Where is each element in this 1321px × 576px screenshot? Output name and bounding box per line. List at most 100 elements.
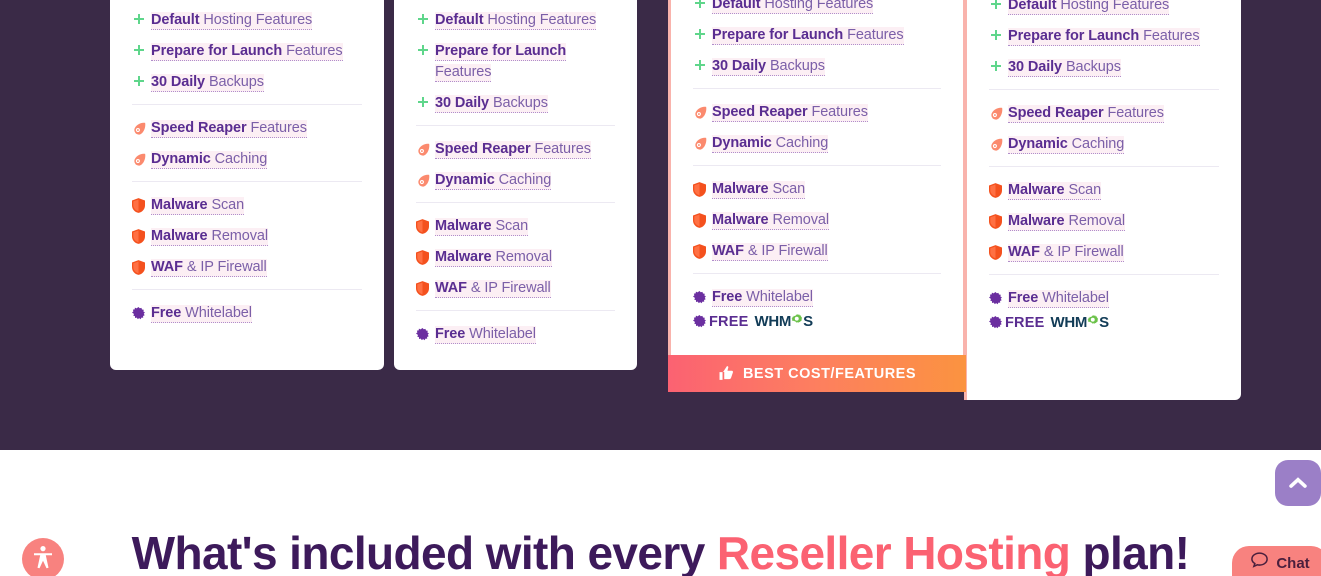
shield-icon (693, 179, 710, 199)
best-cost-features-label: BEST COST/FEATURES (742, 365, 917, 382)
plus-icon (132, 72, 149, 92)
accessibility-icon (32, 545, 54, 574)
feature-rest: Caching (494, 172, 552, 188)
pricing-card-4: Default Hosting Features Prepare for Lau… (964, 0, 1241, 400)
feature-row: Malware Scan (693, 179, 941, 200)
feature-rest: Scan (207, 197, 245, 213)
starburst-icon (989, 288, 1006, 308)
feature-rest: Removal (768, 212, 829, 228)
plus-icon (989, 26, 1006, 46)
feature-rest: Backups (489, 95, 548, 111)
page-root: Default Hosting Features Prepare for Lau… (0, 0, 1321, 576)
shield-icon (132, 226, 149, 246)
feature-row: Speed Reaper Features (989, 103, 1219, 124)
feature-bold: WAF (151, 259, 183, 275)
plus-icon (693, 0, 710, 14)
feature-row: Free Whitelabel (693, 287, 941, 308)
card-1-features: Default Hosting Features Prepare for Lau… (110, 0, 384, 324)
feature-rest: Hosting Features (199, 12, 313, 28)
shield-icon (989, 211, 1006, 231)
feature-row: Default Hosting Features (989, 0, 1219, 16)
feature-rest: Hosting Features (1056, 0, 1170, 13)
starburst-icon (693, 315, 706, 328)
plus-icon (989, 57, 1006, 77)
feature-row: WAF & IP Firewall (132, 257, 362, 278)
feature-row: Prepare for Launch Features (989, 26, 1219, 47)
pricing-cards-strip: Default Hosting Features Prepare for Lau… (0, 0, 1321, 450)
feature-bold: Prepare for Launch (1008, 28, 1140, 44)
feature-rest: & IP Firewall (182, 259, 267, 275)
feature-row: Default Hosting Features (416, 10, 615, 31)
shield-icon (693, 210, 710, 230)
feature-row: Prepare for Launch Features (132, 41, 362, 62)
feature-row: Malware Removal (132, 226, 362, 247)
feature-bold: Malware (712, 212, 769, 228)
plus-icon (989, 0, 1006, 15)
feature-rest: Scan (768, 181, 806, 197)
shield-icon (416, 247, 433, 267)
feature-row: Dynamic Caching (989, 134, 1219, 155)
divider (693, 165, 941, 166)
feature-rest: Backups (205, 74, 264, 90)
card-2-features: Default Hosting Features Prepare for Lau… (394, 0, 637, 345)
divider (132, 104, 362, 105)
divider (989, 166, 1219, 167)
pricing-card-3-featured: Default Hosting Features Prepare for Lau… (668, 0, 966, 391)
plus-icon (132, 10, 149, 30)
feature-bold: Default (151, 12, 200, 28)
feature-bold: Malware (435, 249, 492, 265)
feature-bold: Free (151, 305, 182, 321)
comet-icon (989, 134, 1006, 154)
shield-icon (989, 180, 1006, 200)
plus-icon (693, 56, 710, 76)
feature-rest: Caching (210, 151, 268, 167)
feature-bold: 30 Daily (151, 74, 206, 90)
feature-row: Free Whitelabel (989, 288, 1219, 309)
feature-rest: Scan (1064, 182, 1102, 198)
title-lead: What's included with (131, 527, 588, 576)
accessibility-button[interactable] (22, 538, 64, 576)
feature-row: WAF & IP Firewall (989, 242, 1219, 263)
plus-icon (416, 93, 433, 113)
lower-section: What's included with every Reseller Host… (0, 450, 1321, 576)
feature-rest: Features (530, 141, 591, 157)
title-every: every (587, 527, 717, 576)
shield-icon (416, 278, 433, 298)
starburst-icon (416, 324, 433, 344)
feature-rest: Features (807, 104, 868, 120)
feature-row: 30 Daily Backups (989, 57, 1219, 78)
feature-rest: Features (435, 64, 492, 80)
comet-icon (989, 103, 1006, 123)
feature-rest: Caching (1067, 136, 1125, 152)
feature-bold: Default (712, 0, 761, 12)
feature-bold: Prepare for Launch (712, 27, 844, 43)
chat-widget-button[interactable]: Chat (1232, 546, 1321, 576)
whmcs-logo: WHM S (754, 313, 813, 330)
best-cost-features-button[interactable]: BEST COST/FEATURES (668, 355, 966, 392)
feature-bold: Malware (1008, 182, 1065, 198)
feature-bold: Malware (1008, 213, 1065, 229)
whmcs-logo-whm: WHM (1050, 314, 1088, 331)
starburst-icon (989, 316, 1002, 329)
feature-row: WAF & IP Firewall (693, 241, 941, 262)
shield-icon (132, 195, 149, 215)
feature-row: Malware Removal (416, 247, 615, 268)
whmcs-gear-icon (791, 313, 803, 330)
chat-widget-label: Chat (1276, 554, 1310, 572)
feature-rest: Hosting Features (483, 12, 597, 28)
plus-icon (416, 41, 433, 61)
feature-row: Speed Reaper Features (693, 102, 941, 123)
scroll-to-top-button[interactable] (1275, 460, 1321, 506)
feature-bold: Speed Reaper (435, 141, 531, 157)
feature-rest: Hosting Features (760, 0, 874, 12)
card-4-features: Default Hosting Features Prepare for Lau… (967, 0, 1241, 331)
shield-icon (132, 257, 149, 277)
feature-row: Malware Scan (989, 180, 1219, 201)
feature-bold: Malware (151, 228, 208, 244)
divider (416, 202, 615, 203)
comet-icon (132, 149, 149, 169)
pricing-card-1: Default Hosting Features Prepare for Lau… (110, 0, 384, 370)
feature-bold: WAF (435, 280, 467, 296)
feature-bold: Dynamic (1008, 136, 1068, 152)
feature-row: Prepare for Launch Features (693, 25, 941, 46)
